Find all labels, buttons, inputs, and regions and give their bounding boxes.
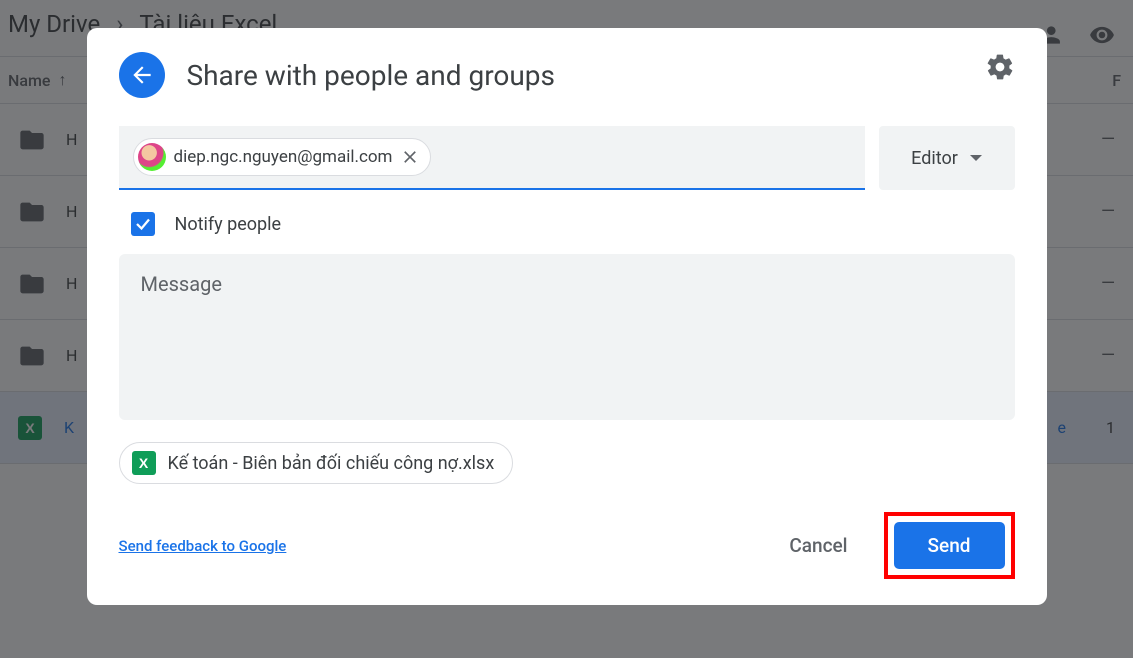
cancel-button[interactable]: Cancel: [773, 524, 863, 567]
settings-button[interactable]: [985, 52, 1015, 82]
notify-checkbox[interactable]: [131, 212, 155, 236]
file-chip[interactable]: Kế toán - Biên bản đối chiếu công nợ.xls…: [119, 442, 514, 484]
message-input[interactable]: Message: [119, 254, 1015, 420]
feedback-link[interactable]: Send feedback to Google: [119, 537, 287, 555]
notify-label: Notify people: [175, 214, 282, 235]
role-dropdown[interactable]: Editor: [879, 126, 1015, 190]
people-input[interactable]: diep.ngc.nguyen@gmail.com: [119, 126, 865, 190]
avatar: [138, 143, 166, 171]
back-button[interactable]: [119, 52, 165, 98]
close-icon: [400, 147, 420, 167]
send-highlight: Send: [884, 512, 1015, 579]
message-placeholder: Message: [141, 272, 993, 296]
chevron-down-icon: [970, 155, 982, 161]
sheets-icon: [132, 451, 156, 475]
check-icon: [134, 215, 152, 233]
arrow-left-icon: [129, 62, 155, 88]
chip-remove-button[interactable]: [400, 147, 420, 167]
share-dialog: Share with people and groups diep.ngc.ng…: [87, 28, 1047, 605]
dialog-title: Share with people and groups: [187, 59, 555, 92]
file-name: Kế toán - Biên bản đối chiếu công nợ.xls…: [168, 453, 495, 474]
role-label: Editor: [911, 148, 958, 169]
person-chip[interactable]: diep.ngc.nguyen@gmail.com: [133, 138, 432, 176]
modal-overlay: Share with people and groups diep.ngc.ng…: [0, 0, 1133, 658]
send-button[interactable]: Send: [894, 522, 1005, 569]
chip-email: diep.ngc.nguyen@gmail.com: [174, 147, 393, 167]
gear-icon: [985, 52, 1015, 82]
